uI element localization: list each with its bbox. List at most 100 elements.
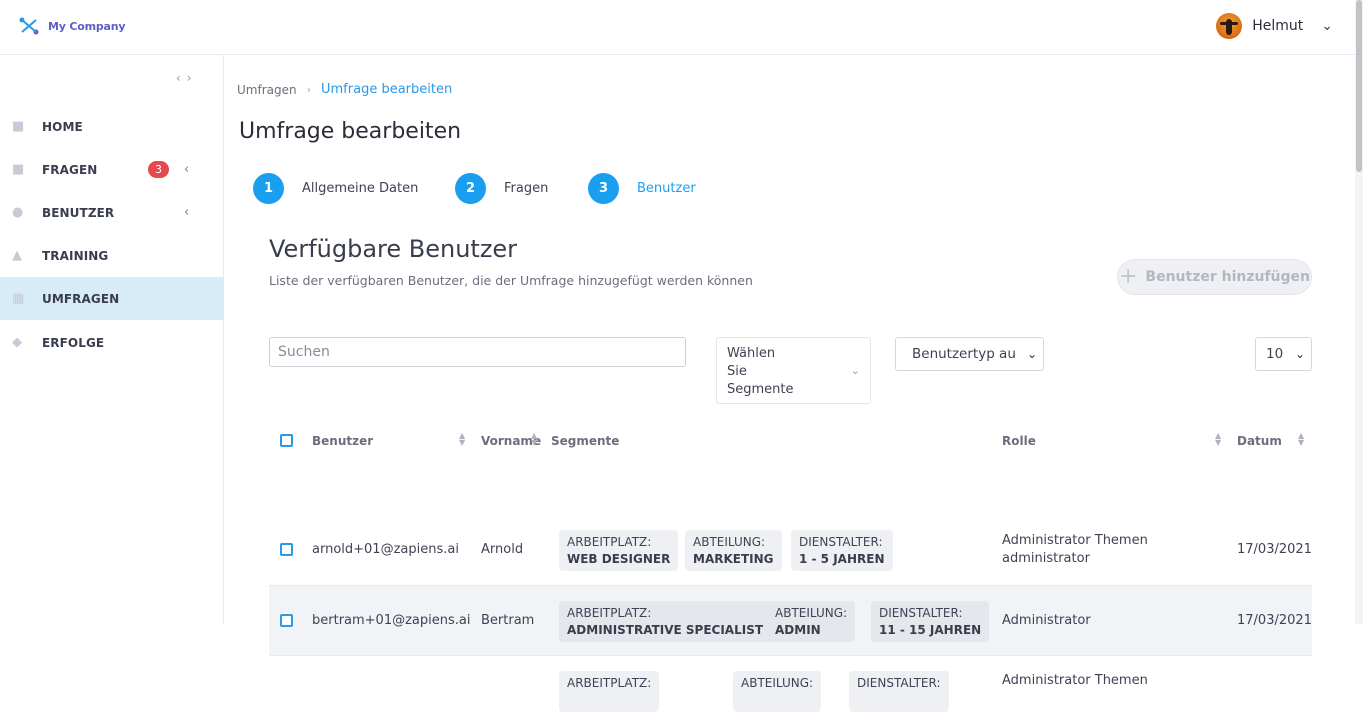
step-fragen[interactable]: 2 Fragen	[455, 173, 548, 204]
sidebar-item-erfolge[interactable]: ◆ ERFOLGE	[0, 321, 223, 364]
segments-placeholder-line: Sie	[727, 364, 747, 379]
sort-icon[interactable]: ▲ ▼	[459, 432, 465, 447]
segment-tag: ARBEITPLATZ: WEB DESIGNER	[559, 530, 679, 571]
segments-placeholder-line: Wählen	[727, 346, 776, 361]
questions-icon: ■	[12, 161, 25, 177]
step-number: 1	[253, 173, 284, 204]
page-size-select[interactable]: 10 ⌄	[1255, 337, 1312, 371]
page-scrollbar[interactable]	[1355, 0, 1363, 624]
column-header-segments: Segmente	[551, 434, 620, 448]
chevron-down-icon: ⌄	[850, 364, 860, 377]
company-name: My Company	[48, 19, 126, 33]
step-label: Benutzer	[637, 181, 696, 196]
breadcrumb: Umfragen › Umfrage bearbeiten	[237, 82, 452, 97]
user-email: arnold+01@zapiens.ai	[312, 542, 459, 557]
select-all-checkbox[interactable]	[280, 434, 293, 447]
table-row[interactable]: ARBEITPLATZ: ABTEILUNG: DIENSTALTER: Adm…	[269, 656, 1312, 727]
notification-badge: 3	[148, 161, 169, 178]
section-subtitle: Liste der verfügbaren Benutzer, die der …	[269, 273, 753, 288]
segment-tag: ARBEITPLATZ: ADMINISTRATIVE SPECIALIST	[559, 601, 772, 642]
segment-tag-value: MARKETING	[693, 552, 774, 566]
user-role: Administrator Themen administrator	[1002, 532, 1148, 568]
graduation-cap-icon: ▲	[12, 247, 22, 263]
sidebar-item-fragen[interactable]: ■ FRAGEN 3 ‹	[0, 148, 223, 191]
segment-tag: ABTEILUNG: ADMIN	[767, 601, 856, 642]
table-row[interactable]: arnold+01@zapiens.ai Arnold ARBEITPLATZ:…	[269, 515, 1312, 586]
breadcrumb-current: Umfrage bearbeiten	[321, 82, 453, 97]
segment-tag-key: ARBEITPLATZ:	[567, 676, 652, 690]
user-firstname: Arnold	[481, 542, 524, 557]
user-role: Administrator	[1002, 613, 1091, 628]
segment-tag-key: ABTEILUNG:	[775, 606, 848, 620]
sidebar-item-label: ERFOLGE	[42, 335, 105, 350]
step-label: Allgemeine Daten	[302, 181, 419, 196]
avatar	[1216, 13, 1243, 39]
breadcrumb-umfragen[interactable]: Umfragen	[237, 83, 297, 97]
chevron-left-icon[interactable]: ‹	[184, 205, 189, 220]
segment-tag: ARBEITPLATZ:	[559, 671, 660, 712]
user-menu[interactable]: Helmut ⌄	[1216, 13, 1333, 39]
chevron-right-icon: ›	[306, 83, 311, 96]
user-type-select[interactable]: Benutzertyp au ⌄	[895, 337, 1044, 371]
column-header-user[interactable]: Benutzer	[312, 434, 373, 448]
row-checkbox[interactable]	[280, 543, 293, 556]
segment-tag-value: 1 - 5 JAHREN	[799, 552, 885, 566]
sort-icon[interactable]: ▲ ▼	[1215, 432, 1221, 447]
sidebar-item-label: FRAGEN	[42, 162, 98, 177]
segment-tag-key: ABTEILUNG:	[741, 676, 814, 690]
user-role-line: administrator	[1002, 551, 1090, 566]
scrollbar-thumb[interactable]	[1356, 0, 1362, 172]
sort-icon[interactable]: ▲ ▼	[531, 432, 537, 447]
segment-tag: DIENSTALTER: 1 - 5 JAHREN	[791, 530, 893, 571]
column-header-role[interactable]: Rolle	[1002, 434, 1036, 448]
segment-tag: DIENSTALTER:	[849, 671, 949, 712]
sidebar-item-label: UMFRAGEN	[42, 291, 120, 306]
sort-icon[interactable]: ▲ ▼	[1298, 432, 1304, 447]
add-user-button[interactable]: + Benutzer hinzufügen	[1117, 259, 1312, 295]
table-row[interactable]: bertram+01@zapiens.ai Bertram ARBEITPLAT…	[269, 585, 1312, 656]
user-icon: ●	[12, 204, 24, 220]
logo-icon	[19, 17, 39, 35]
step-allgemeine-daten[interactable]: 1 Allgemeine Daten	[253, 173, 418, 204]
sidebar-item-label: TRAINING	[42, 248, 109, 263]
sidebar-item-umfragen[interactable]: ▦ UMFRAGEN	[0, 277, 223, 320]
segment-tag-key: DIENSTALTER:	[857, 676, 941, 690]
user-date: 17/03/2021	[1237, 613, 1312, 628]
user-role: Administrator Themen	[1002, 673, 1148, 688]
sidebar-item-home[interactable]: ■ HOME	[0, 105, 223, 148]
collapse-sidebar-icon[interactable]: ‹›	[176, 71, 198, 85]
row-checkbox[interactable]	[280, 614, 293, 627]
search-input[interactable]	[269, 337, 686, 367]
top-bar: My Company Helmut ⌄	[0, 0, 1363, 55]
segment-tag-key: ABTEILUNG:	[693, 535, 766, 549]
user-date: 17/03/2021	[1237, 542, 1312, 557]
main-content: Umfragen › Umfrage bearbeiten Umfrage be…	[224, 55, 1355, 712]
sidebar: ‹› ■ HOME ■ FRAGEN 3 ‹ ● BENUTZER ‹ ▲ TR…	[0, 55, 224, 624]
sidebar-item-label: BENUTZER	[42, 205, 115, 220]
trophy-icon: ◆	[12, 334, 22, 350]
user-role-line: Administrator Themen	[1002, 533, 1148, 548]
company-logo[interactable]: My Company	[18, 16, 126, 36]
add-user-label: Benutzer hinzufügen	[1145, 269, 1311, 285]
column-header-date[interactable]: Datum	[1237, 434, 1282, 448]
section-title: Verfügbare Benutzer	[269, 235, 518, 263]
user-name: Helmut	[1252, 18, 1304, 34]
chevron-down-icon: ⌄	[1294, 347, 1305, 361]
segment-tag-key: ARBEITPLATZ:	[567, 535, 652, 549]
plus-icon: +	[1118, 263, 1138, 289]
chevron-left-icon[interactable]: ‹	[184, 162, 189, 177]
segment-tag: ABTEILUNG: MARKETING	[685, 530, 782, 571]
sidebar-item-benutzer[interactable]: ● BENUTZER ‹	[0, 191, 223, 234]
step-number: 3	[588, 173, 619, 204]
chevron-down-icon: ⌄	[1321, 18, 1333, 34]
step-label: Fragen	[504, 181, 549, 196]
page-title: Umfrage bearbeiten	[239, 119, 462, 144]
step-benutzer[interactable]: 3 Benutzer	[588, 173, 696, 204]
segment-tag-key: DIENSTALTER:	[799, 535, 883, 549]
step-number: 2	[455, 173, 486, 204]
sidebar-item-label: HOME	[42, 119, 83, 134]
sidebar-item-training[interactable]: ▲ TRAINING	[0, 234, 223, 277]
segments-select[interactable]: Wählen Sie Segmente ⌄	[716, 337, 871, 404]
chevron-down-icon: ⌄	[1024, 347, 1037, 361]
user-email: bertram+01@zapiens.ai	[312, 613, 471, 628]
